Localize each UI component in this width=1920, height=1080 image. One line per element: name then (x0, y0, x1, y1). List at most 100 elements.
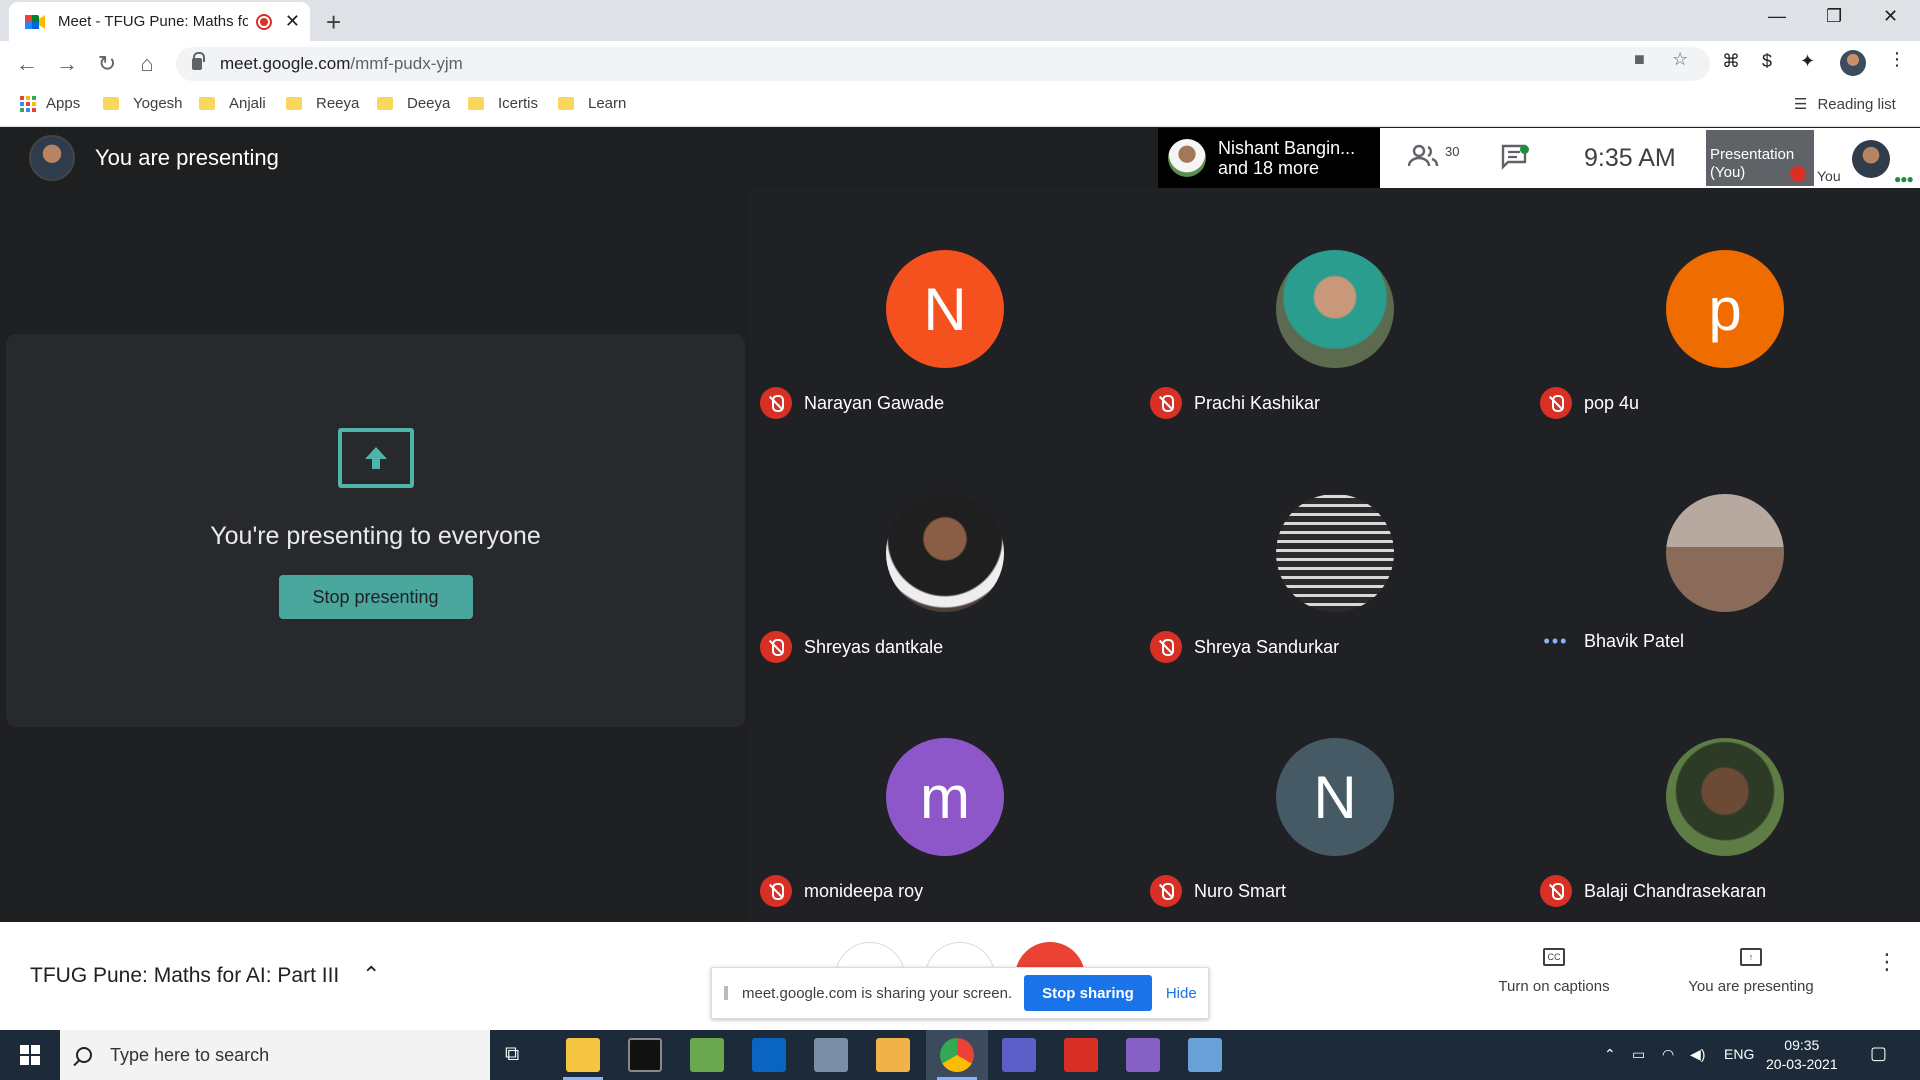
reading-list-icon: ☰ (1794, 96, 1808, 113)
avatar (1276, 250, 1394, 368)
window-close-icon[interactable]: ✕ (1883, 6, 1898, 27)
captions-button[interactable]: CC Turn on captions (1486, 948, 1622, 995)
avatar (886, 494, 1004, 612)
active-speaker-chip[interactable]: Nishant Bangin... and 18 more (1158, 128, 1380, 188)
bookmark-star-icon[interactable]: ☆ (1672, 49, 1688, 70)
chrome-menu-icon[interactable]: ⋮ (1888, 49, 1906, 70)
self-avatar[interactable] (1852, 140, 1890, 178)
lock-icon[interactable] (192, 52, 205, 70)
participant-tile[interactable]: Shreyas dantkale (750, 432, 1140, 676)
address-bar[interactable]: meet.google.com/mmf-pudx-yjm (176, 47, 1710, 81)
avatar (1168, 139, 1206, 177)
taskbar-clock[interactable]: 09:35 20-03-2021 (1766, 1036, 1838, 1074)
bookmark-folder[interactable]: Yogesh (103, 95, 183, 112)
visual-studio-icon[interactable] (1126, 1038, 1160, 1072)
bookmark-folder[interactable]: Anjali (199, 95, 266, 112)
screen-share-notification: meet.google.com is sharing your screen. … (711, 967, 1209, 1019)
profile-avatar[interactable] (1840, 50, 1866, 76)
app-icon[interactable] (1064, 1038, 1098, 1072)
tab-close-icon[interactable]: ✕ (285, 11, 300, 32)
present-now-button[interactable]: ↑ You are presenting (1676, 948, 1826, 995)
mic-off-icon (1150, 631, 1182, 663)
extension-icon[interactable]: ⌘ (1722, 51, 1740, 72)
folder-icon (199, 97, 215, 110)
stop-sharing-button[interactable]: Stop sharing (1024, 975, 1152, 1011)
volume-icon[interactable]: ◀) (1690, 1046, 1705, 1063)
people-count: 30 (1445, 144, 1460, 159)
new-tab-button[interactable]: + (326, 7, 341, 38)
participant-tile[interactable]: Balaji Chandrasekaran (1530, 676, 1920, 920)
presentation-thumbnail[interactable]: Presentation (You) (1706, 130, 1814, 186)
url-text[interactable]: meet.google.com/mmf-pudx-yjm (220, 54, 463, 74)
taskbar-search[interactable]: Type here to search (60, 1030, 490, 1080)
bookmark-apps[interactable]: Apps (20, 95, 80, 112)
participant-tile[interactable]: m monideepa roy (750, 676, 1140, 920)
bookmark-folder[interactable]: Reeya (286, 95, 359, 112)
task-view-icon[interactable]: ⧉ (505, 1043, 539, 1077)
participant-tile[interactable]: p pop 4u (1530, 188, 1920, 432)
app-icon[interactable] (814, 1038, 848, 1072)
chat-notification-dot (1520, 145, 1529, 154)
file-explorer-icon[interactable] (566, 1038, 600, 1072)
participant-tile[interactable]: Prachi Kashikar (1140, 188, 1530, 432)
drag-handle-icon[interactable] (724, 986, 728, 1000)
presenting-banner: You are presenting (0, 128, 750, 188)
pdf-app-icon[interactable] (1188, 1038, 1222, 1072)
bookmark-label: Learn (588, 95, 627, 112)
restore-icon[interactable]: ❐ (1826, 6, 1842, 27)
outlook-icon[interactable] (752, 1038, 786, 1072)
participant-tile[interactable]: N Narayan Gawade (750, 188, 1140, 432)
windows-start-icon[interactable] (20, 1045, 40, 1065)
mic-off-icon (1540, 875, 1572, 907)
network-icon[interactable]: ◠ (1662, 1046, 1674, 1063)
chrome-icon[interactable] (940, 1038, 974, 1072)
camera-icon[interactable]: ■ (1634, 49, 1645, 70)
reload-icon[interactable]: ↻ (94, 51, 120, 77)
browser-tab-meet[interactable]: Meet - TFUG Pune: Maths for AI: Part III… (9, 2, 310, 41)
extension-icon[interactable]: $ (1762, 51, 1772, 72)
present-icon: ↑ (1740, 948, 1762, 966)
participant-name-row: monideepa roy (760, 875, 923, 907)
bookmark-folder[interactable]: Icertis (468, 95, 538, 112)
participant-tile[interactable]: ••• Bhavik Patel (1530, 432, 1920, 676)
participant-name-row: Narayan Gawade (760, 387, 944, 419)
language-indicator[interactable]: ENG (1724, 1046, 1754, 1062)
puzzle-icon[interactable]: ✦ (1800, 51, 1815, 72)
participant-name: Shreya Sandurkar (1194, 636, 1340, 657)
stop-presenting-button[interactable]: Stop presenting (278, 575, 473, 619)
home-icon[interactable]: ⌂ (134, 51, 160, 77)
battery-icon[interactable]: ▭ (1632, 1046, 1645, 1063)
participant-name-row: Balaji Chandrasekaran (1540, 875, 1766, 907)
chevron-up-icon[interactable]: ⌃ (362, 962, 380, 988)
participant-name: Balaji Chandrasekaran (1584, 880, 1767, 901)
folder-icon (558, 97, 574, 110)
more-options-icon[interactable]: ⋮ (1876, 951, 1898, 973)
present-label: You are presenting (1688, 978, 1814, 995)
bookmark-folder[interactable]: Learn (558, 95, 626, 112)
reading-list[interactable]: ☰ Reading list (1794, 95, 1896, 114)
back-icon[interactable]: ← (14, 51, 40, 77)
more-options-icon[interactable]: ••• (1540, 631, 1572, 652)
notifications-icon[interactable]: ▢ (1870, 1043, 1887, 1064)
avatar (29, 135, 75, 181)
terminal-icon[interactable] (628, 1038, 662, 1072)
people-icon[interactable] (1407, 142, 1440, 177)
avatar: m (886, 738, 1004, 856)
forward-icon[interactable]: → (54, 51, 80, 77)
bookmark-folder[interactable]: Deeya (377, 95, 450, 112)
minimize-icon[interactable]: — (1768, 6, 1786, 27)
app-icon[interactable] (876, 1038, 910, 1072)
teams-icon[interactable] (1002, 1038, 1036, 1072)
participant-tile[interactable]: Shreya Sandurkar (1140, 432, 1530, 676)
photos-icon[interactable] (690, 1038, 724, 1072)
hide-button[interactable]: Hide (1166, 985, 1197, 1002)
presenting-message: You're presenting to everyone (210, 522, 541, 550)
avatar (1666, 738, 1784, 856)
bookmark-label: Deeya (407, 95, 451, 112)
participant-tile[interactable]: N Nuro Smart (1140, 676, 1530, 920)
participant-grid: N Narayan Gawade Prachi Kashikar p pop 4… (750, 188, 1920, 922)
meeting-title[interactable]: TFUG Pune: Maths for AI: Part III (30, 964, 339, 988)
captions-icon: CC (1543, 948, 1565, 966)
bookmark-label: Reeya (316, 95, 360, 112)
chevron-up-icon[interactable]: ⌃ (1604, 1046, 1616, 1063)
